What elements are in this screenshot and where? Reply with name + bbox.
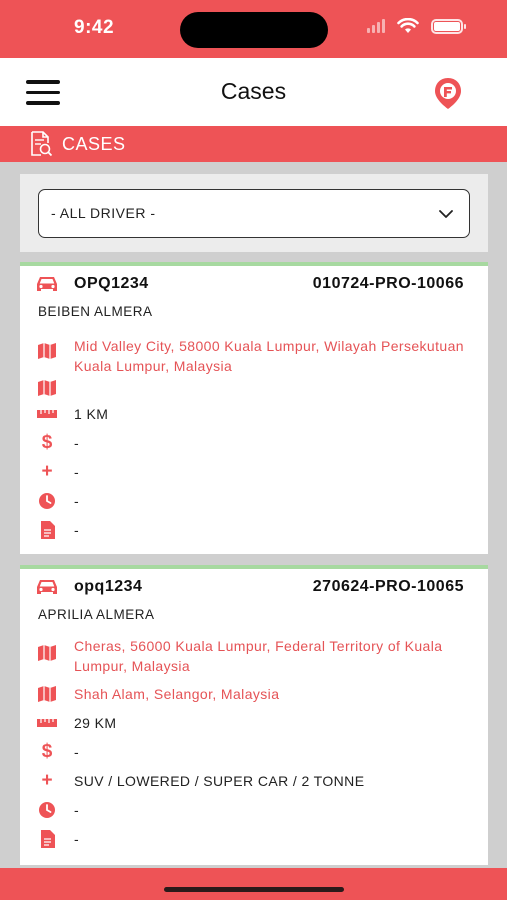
page-title: Cases: [220, 78, 287, 104]
case-vehicle: APRILIA ALMERA: [38, 607, 155, 622]
pickup-location: Cheras, 56000 Kuala Lumpur, Federal Terr…: [74, 638, 443, 674]
status-bar: 9:42: [0, 0, 507, 58]
document-icon: [37, 830, 57, 848]
case-card[interactable]: opq1234 270624-PRO-10065 APRILIA ALMERA …: [20, 565, 488, 865]
driver-filter-select[interactable]: - ALL DRIVER -: [38, 189, 470, 238]
map-icon: [37, 644, 57, 662]
car-icon: [37, 580, 57, 594]
filter-panel: - ALL DRIVER -: [20, 174, 488, 252]
map-icon: [37, 342, 57, 360]
status-time: 9:42: [74, 17, 115, 38]
clock-icon: [37, 801, 57, 819]
case-card[interactable]: OPQ1234 010724-PRO-10066 BEIBEN ALMERA M…: [20, 262, 488, 554]
ruler-icon: [37, 714, 57, 732]
wifi-icon: [397, 18, 419, 33]
document-search-icon: [31, 131, 52, 157]
pickup-location: Mid Valley City, 58000 Kuala Lumpur, Wil…: [74, 338, 464, 374]
status-icons: [367, 18, 466, 34]
car-icon: [37, 277, 57, 291]
plus-icon: +: [41, 461, 53, 482]
dollar-icon: $: [41, 741, 53, 762]
ruler-icon: [37, 405, 57, 423]
case-reference: 270624-PRO-10065: [312, 578, 464, 595]
dynamic-island: [180, 12, 328, 48]
chevron-down-icon: [439, 210, 453, 218]
home-indicator[interactable]: [164, 887, 344, 892]
dropoff-location: Shah Alam, Selangor, Malaysia: [74, 686, 280, 702]
distance-value: 29 KM: [74, 715, 117, 731]
battery-fill: [434, 21, 460, 31]
bottom-bar: [0, 868, 507, 900]
section-header: CASES: [0, 126, 507, 162]
clock-icon: [37, 492, 57, 510]
time-value: -: [74, 802, 80, 818]
case-vehicle: BEIBEN ALMERA: [38, 304, 153, 319]
case-card-header: OPQ1234 010724-PRO-10066: [20, 266, 488, 302]
cellular-signal-icon: [367, 19, 385, 33]
price-value: -: [74, 744, 80, 760]
dollar-icon: $: [41, 432, 53, 453]
driver-filter-value: - ALL DRIVER -: [51, 205, 156, 221]
battery-icon: [431, 18, 466, 34]
app-screen: 9:42 Cases CASES - ALL DRIVER - OPQ1234 …: [0, 0, 507, 900]
price-value: -: [74, 435, 80, 451]
notes-value: -: [74, 831, 80, 847]
map-icon: [37, 379, 57, 397]
case-plate: OPQ1234: [74, 275, 149, 292]
case-card-header: opq1234 270624-PRO-10065: [20, 569, 488, 605]
map-icon: [37, 685, 57, 703]
extras-value: SUV / LOWERED / SUPER CAR / 2 TONNE: [74, 773, 365, 789]
case-plate: opq1234: [74, 578, 143, 595]
time-value: -: [74, 493, 80, 509]
plus-icon: +: [41, 770, 53, 791]
extras-value: -: [74, 464, 80, 480]
notes-value: -: [74, 522, 80, 538]
section-title: CASES: [62, 133, 126, 154]
app-header: Cases: [0, 58, 507, 126]
case-reference: 010724-PRO-10066: [312, 275, 464, 292]
brand-logo-icon[interactable]: [432, 76, 464, 110]
document-icon: [37, 521, 57, 539]
distance-value: 1 KM: [74, 406, 109, 422]
